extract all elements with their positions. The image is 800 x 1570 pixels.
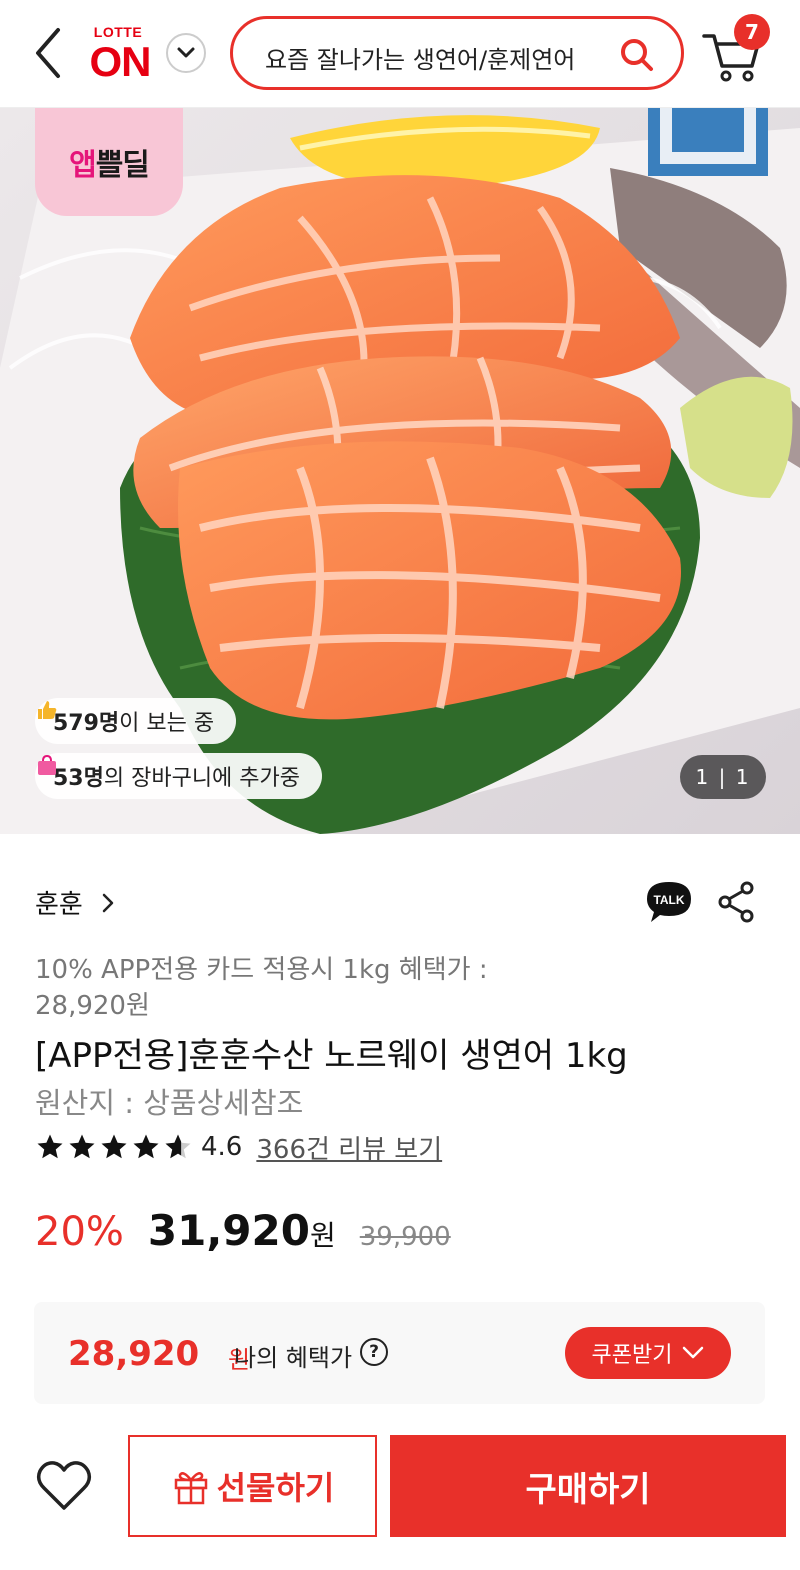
star-icon	[133, 1134, 159, 1159]
buy-button[interactable]: 구매하기	[390, 1435, 786, 1537]
viewers-pill: 579명 이 보는 중	[35, 698, 237, 744]
star-icon	[101, 1134, 127, 1159]
thumbs-up-icon	[38, 701, 57, 719]
card-benefit-note: 10% APP전용 카드 적용시 1kg 혜택가 : 28,920원	[35, 955, 488, 1021]
benefit-label-text: 나의 혜택가	[234, 1344, 353, 1372]
benefit-label: 나의 혜택가	[234, 1338, 352, 1373]
chevron-down-icon	[683, 1346, 704, 1359]
benefit-price: 28,920	[68, 1334, 200, 1374]
rating-stars	[35, 1132, 195, 1162]
share-icon[interactable]	[716, 880, 756, 924]
help-icon[interactable]: ?	[360, 1338, 388, 1366]
badge-prefix: 앱	[69, 148, 97, 183]
origin-info: 원산지 : 상품상세참조	[35, 1086, 304, 1120]
rating-row: 4.6 366건 리뷰 보기	[35, 1128, 442, 1166]
back-button[interactable]	[28, 26, 72, 80]
product-image[interactable]: 앱 쁠딜 579명 이 보는 중 53명 의 장바구니에 추가중 1 | 1	[0, 108, 800, 834]
cart-added-pill: 53명 의 장바구니에 추가중	[35, 753, 323, 799]
chevron-down-icon	[177, 47, 195, 58]
gift-icon	[174, 1472, 207, 1505]
star-icon	[69, 1134, 95, 1159]
svg-text:TALK: TALK	[653, 893, 684, 907]
gift-button[interactable]: 선물하기	[128, 1435, 377, 1537]
search-input[interactable]: 요즘 잘나가는 생연어/훈제연어	[265, 40, 615, 75]
top-header: LOTTE ON 요즘 잘나가는 생연어/훈제연어 7	[0, 0, 800, 108]
price-row: 20% 31,920 원 39,900	[35, 1206, 451, 1262]
chevron-left-icon	[36, 28, 60, 78]
viewers-text: 이 보는 중	[119, 711, 215, 736]
cart-count-badge: 7	[734, 14, 770, 50]
star-half-icon	[165, 1134, 191, 1159]
image-counter: 1 | 1	[680, 755, 766, 799]
shopping-bag-icon	[38, 754, 56, 775]
lotte-on-logo[interactable]: LOTTE ON	[82, 24, 154, 85]
talk-icon[interactable]: TALK	[644, 879, 694, 925]
star-icon	[37, 1134, 63, 1159]
coupon-button[interactable]: 쿠폰받기	[565, 1327, 731, 1379]
logo-on-text: ON	[89, 38, 152, 85]
original-price: 39,900	[359, 1222, 451, 1252]
cart-added-count: 53명	[53, 766, 104, 791]
my-benefit-box: 28,920 원 나의 혜택가 ? 쿠폰받기	[34, 1302, 765, 1404]
service-menu-button[interactable]	[166, 33, 206, 73]
seller-name: 훈훈	[35, 890, 83, 920]
viewers-count: 579명	[53, 711, 120, 736]
gift-button-label: 선물하기	[216, 1469, 335, 1507]
coupon-button-label: 쿠폰받기	[591, 1343, 673, 1368]
heart-icon[interactable]	[36, 1460, 92, 1512]
price-unit: 원	[309, 1219, 336, 1252]
sale-price: 31,920	[147, 1206, 310, 1255]
rating-score: 4.6	[201, 1132, 243, 1162]
cart-added-text: 의 장바구니에 추가중	[103, 766, 301, 791]
search-icon[interactable]	[619, 37, 655, 73]
app-deal-badge: 앱 쁠딜	[35, 108, 183, 216]
product-title: [APP전용]훈훈수산 노르웨이 생연어 1kg	[35, 1036, 628, 1076]
discount-rate: 20%	[35, 1209, 124, 1255]
search-bar[interactable]: 요즘 잘나가는 생연어/훈제연어	[230, 16, 684, 90]
seller-link[interactable]: 훈훈	[35, 884, 119, 921]
chevron-right-icon	[102, 893, 114, 912]
buy-button-label: 구매하기	[525, 1469, 651, 1510]
badge-suffix: 쁠딜	[95, 148, 150, 183]
review-link[interactable]: 366건 리뷰 보기	[256, 1129, 442, 1166]
